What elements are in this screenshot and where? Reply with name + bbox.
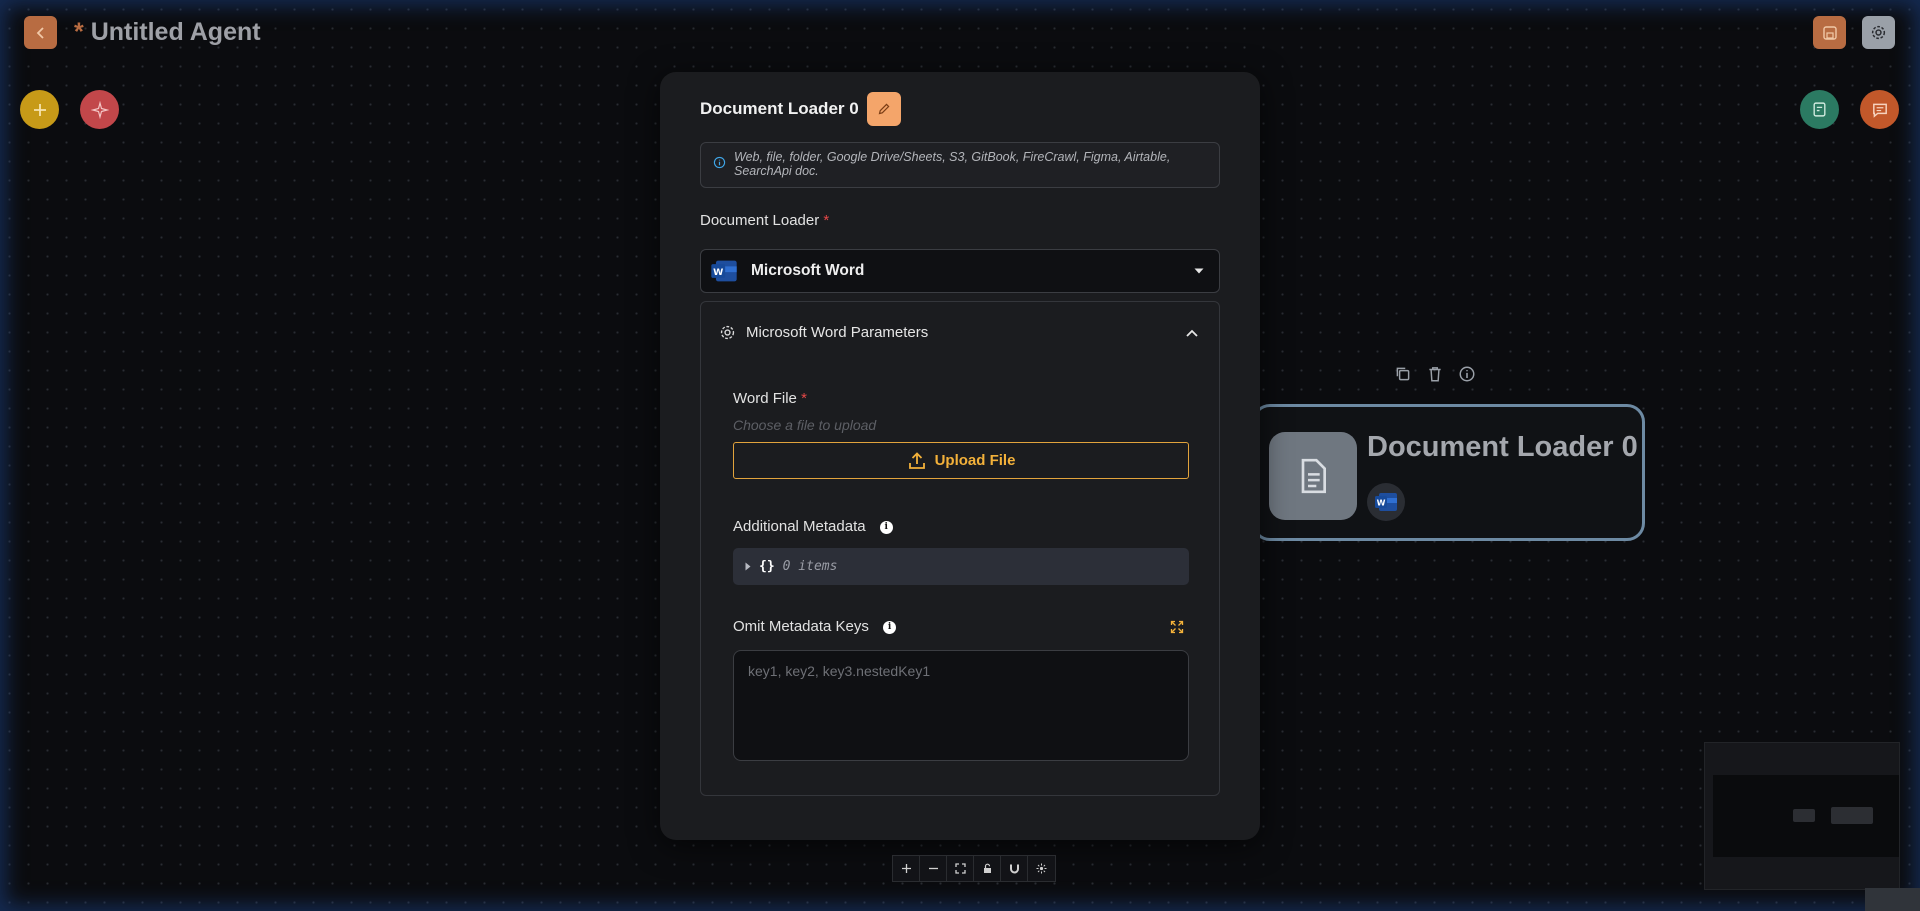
validate-button[interactable] xyxy=(1800,90,1839,129)
word-icon: W xyxy=(1375,493,1397,511)
chat-button[interactable] xyxy=(1860,90,1899,129)
word-icon: W xyxy=(711,260,737,282)
metadata-json-editor[interactable]: {} 0 items xyxy=(733,548,1189,585)
minimap-node xyxy=(1831,807,1873,824)
description-text: Web, file, folder, Google Drive/Sheets, … xyxy=(734,150,1171,178)
omit-keys-label-text: Omit Metadata Keys xyxy=(733,618,869,635)
minus-icon xyxy=(928,867,938,870)
loader-select-value: Microsoft Word xyxy=(751,262,865,279)
upload-icon xyxy=(908,451,925,469)
lock-icon xyxy=(983,863,991,873)
upload-file-label: Upload File xyxy=(934,452,1016,469)
zoom-out-button[interactable] xyxy=(920,856,947,881)
plus-icon xyxy=(33,103,46,116)
unsaved-marker: * xyxy=(74,18,84,46)
add-node-button[interactable] xyxy=(20,90,59,129)
metadata-label: Additional Metadata i xyxy=(733,518,893,535)
sparkle-icon xyxy=(90,100,109,119)
svg-text:W: W xyxy=(713,267,723,278)
settings-button[interactable] xyxy=(1862,16,1895,49)
magnet-icon xyxy=(1009,864,1019,874)
chevron-left-icon xyxy=(36,26,44,39)
json-item-count: 0 items xyxy=(782,559,838,574)
upload-file-button[interactable]: Upload File xyxy=(733,442,1189,479)
params-title: Microsoft Word Parameters xyxy=(746,324,929,341)
modal-title: Document Loader 0 xyxy=(700,99,859,118)
back-button[interactable] xyxy=(24,16,57,49)
zoom-in-button[interactable] xyxy=(893,856,920,881)
chevron-up-icon[interactable] xyxy=(1185,328,1199,338)
save-button[interactable] xyxy=(1813,16,1846,49)
expand-icon[interactable] xyxy=(1170,620,1184,634)
trash-icon[interactable] xyxy=(1426,365,1444,383)
lock-button[interactable] xyxy=(974,856,1001,881)
chevron-down-icon xyxy=(1194,268,1204,274)
node-loader-badge: W xyxy=(1367,483,1405,521)
gear-icon xyxy=(1871,25,1886,40)
word-file-label: Word File * xyxy=(733,390,807,407)
loader-label: Document Loader * xyxy=(700,212,829,229)
minimap[interactable] xyxy=(1704,742,1900,890)
agent-title[interactable]: * Untitled Agent xyxy=(74,16,261,48)
node-title: Document Loader 0 xyxy=(1367,431,1638,463)
word-file-label-text: Word File xyxy=(733,390,797,407)
caret-right-icon[interactable] xyxy=(745,562,751,571)
edit-name-button[interactable] xyxy=(866,92,901,126)
sun-icon xyxy=(1036,863,1047,874)
fit-view-icon xyxy=(954,863,966,874)
snap-button[interactable] xyxy=(1001,856,1028,881)
pencil-icon xyxy=(878,103,890,115)
save-icon xyxy=(1822,25,1837,40)
loader-label-text: Document Loader xyxy=(700,212,820,229)
required-marker: * xyxy=(823,212,830,229)
canvas-controls xyxy=(892,855,1056,882)
copy-icon[interactable] xyxy=(1394,365,1412,383)
node-icon xyxy=(1269,432,1357,520)
omit-keys-label: Omit Metadata Keys i xyxy=(733,618,897,635)
svg-text:W: W xyxy=(1377,499,1386,508)
minimap-node xyxy=(1793,809,1815,822)
required-marker: * xyxy=(801,390,807,407)
attribution xyxy=(1865,888,1920,911)
loader-select[interactable]: W Microsoft Word xyxy=(700,249,1220,293)
generate-button[interactable] xyxy=(80,90,119,129)
node-config-modal: Document Loader 0 Web, file, folder, Goo… xyxy=(660,72,1260,840)
omit-keys-info-icon[interactable]: i xyxy=(883,620,897,634)
word-file-placeholder: Choose a file to upload xyxy=(733,417,877,433)
json-brace: {} xyxy=(759,559,775,574)
chat-icon xyxy=(1872,103,1887,118)
metadata-info-icon[interactable]: i xyxy=(879,520,893,534)
fit-view-button[interactable] xyxy=(947,856,974,881)
gear-icon xyxy=(720,325,735,340)
agent-title-text: Untitled Agent xyxy=(90,18,261,46)
description-box: Web, file, folder, Google Drive/Sheets, … xyxy=(700,142,1220,188)
node-toolbar xyxy=(1394,365,1476,383)
plus-icon xyxy=(901,864,911,873)
checklist-icon xyxy=(1813,102,1826,117)
params-header[interactable]: Microsoft Word Parameters xyxy=(719,324,928,341)
background-toggle-button[interactable] xyxy=(1028,856,1055,881)
document-loader-node[interactable]: Document Loader 0 W xyxy=(1252,404,1645,541)
omit-keys-input[interactable]: key1, key2, key3.nestedKey1 xyxy=(733,650,1189,761)
modal-header: Document Loader 0 xyxy=(700,92,901,126)
params-panel: Microsoft Word Parameters Word File * Ch… xyxy=(700,301,1220,796)
info-icon[interactable] xyxy=(1458,365,1476,383)
info-icon xyxy=(713,156,726,169)
document-icon xyxy=(1301,458,1326,494)
metadata-label-text: Additional Metadata xyxy=(733,518,866,535)
